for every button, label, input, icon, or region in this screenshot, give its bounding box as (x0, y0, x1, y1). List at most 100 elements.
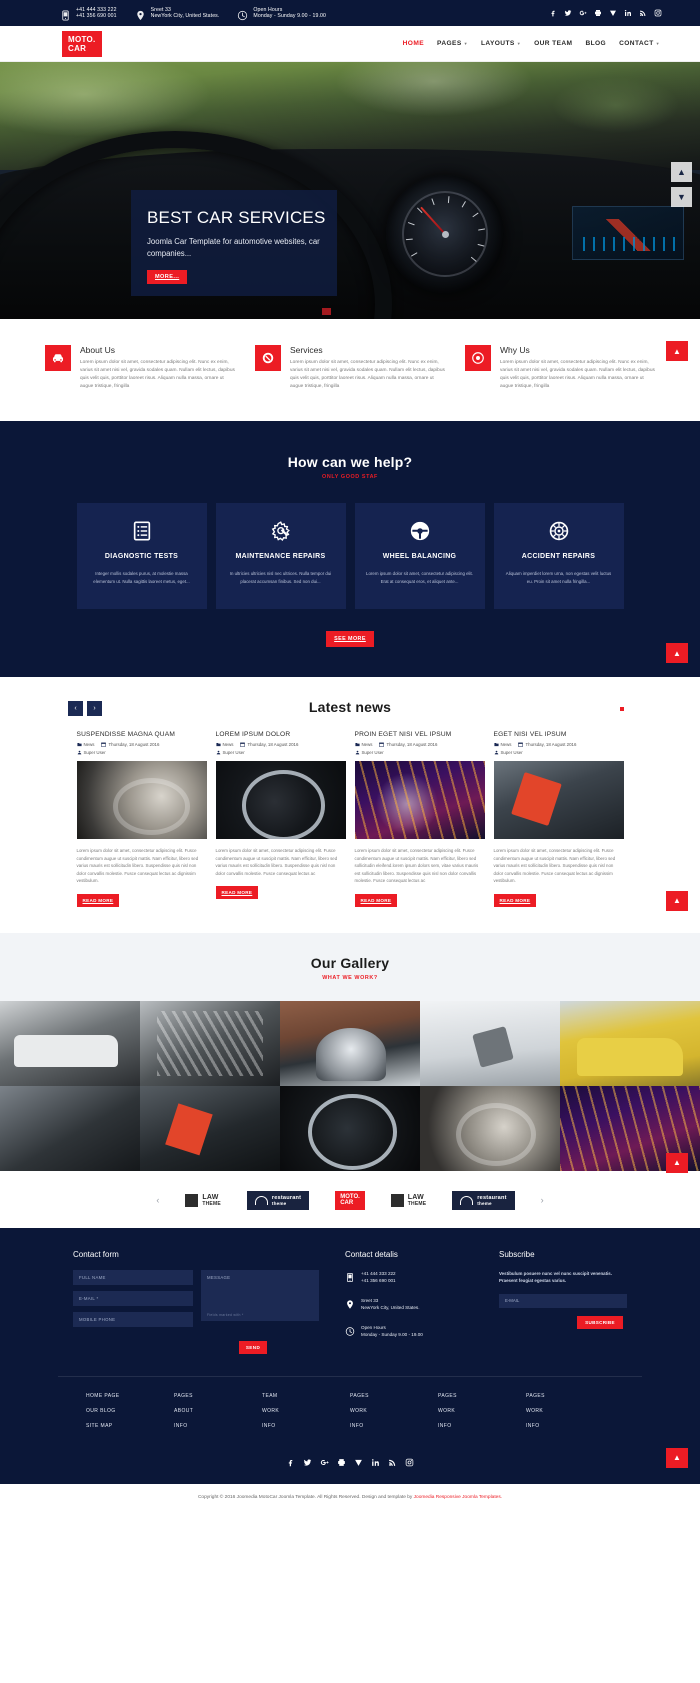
read-more-button[interactable]: READ MORE (215, 886, 259, 900)
print-icon[interactable] (594, 9, 602, 17)
latest-news-section: ‹ › Latest news SUSPENDISSE MAGNA QUAM N… (0, 677, 700, 933)
news-item-title[interactable]: PROIN EGET NISI VEL IPSUM (355, 731, 485, 738)
service-card-wheel-balancing[interactable]: WHEEL BALANCING Lorem ipsum dolor sit am… (354, 503, 485, 609)
footer-link[interactable]: WORK (350, 1408, 438, 1414)
print-icon[interactable] (337, 1458, 346, 1467)
footer-link[interactable]: OUR BLOG (86, 1408, 174, 1414)
scroll-to-top-button[interactable]: ▲ (666, 1152, 688, 1173)
footer-link[interactable]: PAGES (350, 1393, 438, 1399)
subscribe-button[interactable]: SUBSCRIBE (577, 1315, 623, 1329)
news-item-thumbnail[interactable] (493, 761, 624, 839)
news-item-title[interactable]: EGET NISI VEL IPSUM (494, 731, 624, 738)
brand-line-2: theme (271, 1200, 287, 1206)
linkedin-icon[interactable] (624, 9, 632, 17)
footer-link[interactable]: INFO (174, 1423, 262, 1429)
google-plus-icon[interactable] (579, 9, 587, 17)
nav-item-home[interactable]: HOME (403, 40, 424, 47)
email-input[interactable]: E-MAIL * (73, 1290, 193, 1306)
site-logo[interactable]: MOTO. CAR (62, 30, 102, 57)
slider-up-arrow-icon[interactable]: ▲ (671, 162, 692, 182)
see-more-button[interactable]: SEE MORE (326, 631, 374, 647)
message-textarea[interactable]: MESSAGE Fields marked with * (201, 1269, 319, 1321)
rss-icon[interactable] (639, 9, 647, 17)
footer-link[interactable]: INFO (438, 1423, 526, 1429)
footer-link[interactable]: PAGES (174, 1393, 262, 1399)
slider-down-arrow-icon[interactable]: ▼ (671, 187, 692, 207)
twitter-icon[interactable] (303, 1458, 312, 1467)
nav-item-blog[interactable]: BLOG (585, 40, 606, 47)
top-bar-social-links (549, 9, 662, 17)
brand-logo-restaurant-theme[interactable]: restaurant theme (246, 1190, 310, 1210)
mobile-phone-input[interactable]: MOBILE PHONE (73, 1311, 193, 1327)
subscribe-email-input[interactable]: E-MAIL (499, 1293, 627, 1308)
brand-logo-law-theme-2[interactable]: LAW THEME (390, 1193, 427, 1207)
brand-logo-motocar[interactable]: MOTO. CAR (335, 1190, 365, 1210)
facebook-icon[interactable] (286, 1458, 295, 1467)
scroll-to-top-button[interactable]: ▲ (666, 1447, 688, 1468)
hero-more-button[interactable]: MORE... (147, 270, 188, 284)
brands-next-button[interactable]: › (541, 1195, 544, 1205)
nav-item-pages[interactable]: PAGES ▼ (437, 40, 468, 47)
footer-link[interactable]: PAGES (438, 1393, 526, 1399)
service-card-accident-repairs[interactable]: ACCIDENT REPAIRS Aliquam imperdiet lorem… (493, 503, 624, 609)
footer-link[interactable]: WORK (438, 1408, 526, 1414)
service-card-diagnostic-tests[interactable]: DIAGNOSTIC TESTS Integer mollis sodales … (76, 503, 207, 609)
carousel-indicator-dot[interactable] (620, 707, 624, 711)
footer-link[interactable]: INFO (262, 1423, 350, 1429)
scroll-to-top-button[interactable]: ▲ (666, 643, 688, 663)
news-next-button[interactable]: › (87, 701, 102, 716)
footer-link[interactable]: HOME PAGE (86, 1393, 174, 1399)
instagram-icon[interactable] (654, 9, 662, 17)
footer-address-2: NewYork City, United States. (361, 1305, 420, 1311)
scroll-to-top-button[interactable]: ▲ (666, 341, 688, 361)
footer-link[interactable]: WORK (262, 1408, 350, 1414)
gallery-item[interactable] (280, 1085, 420, 1171)
car-icon (45, 345, 71, 371)
user-icon (77, 750, 81, 755)
gallery-item[interactable] (280, 1000, 420, 1086)
rss-icon[interactable] (388, 1458, 397, 1467)
gallery-item[interactable] (0, 1000, 140, 1086)
vimeo-icon[interactable] (354, 1458, 363, 1467)
read-more-button[interactable]: READ MORE (493, 893, 537, 907)
gallery-item[interactable] (420, 1085, 560, 1171)
news-prev-button[interactable]: ‹ (68, 701, 83, 716)
news-item-thumbnail[interactable] (215, 761, 346, 839)
facebook-icon[interactable] (549, 9, 557, 17)
twitter-icon[interactable] (564, 9, 572, 17)
footer-link[interactable]: INFO (350, 1423, 438, 1429)
read-more-button[interactable]: READ MORE (354, 893, 398, 907)
linkedin-icon[interactable] (371, 1458, 380, 1467)
footer-address-1: Sreet 33 (361, 1297, 379, 1303)
read-more-button[interactable]: READ MORE (76, 893, 120, 907)
news-item-thumbnail[interactable] (354, 761, 485, 839)
service-card-maintenance-repairs[interactable]: MAINTENANCE REPAIRS In ultricies ultrici… (215, 503, 346, 609)
footer-link[interactable]: PAGES (526, 1393, 614, 1399)
brand-logo-law-theme[interactable]: LAW THEME (185, 1193, 221, 1207)
full-name-input[interactable]: FULL NAME (73, 1269, 193, 1285)
gallery-item[interactable] (560, 1000, 700, 1086)
news-item-thumbnail[interactable] (76, 761, 207, 839)
footer-link[interactable]: INFO (526, 1423, 614, 1429)
nav-item-layouts[interactable]: LAYOUTS ▼ (481, 40, 521, 47)
nav-item-contact[interactable]: CONTACT ▼ (619, 40, 660, 47)
footer-link[interactable]: SITE MAP (86, 1423, 174, 1429)
copyright-link[interactable]: Joomedia Responsive Joomla Templates. (414, 1495, 502, 1500)
news-item-title[interactable]: LOREM IPSUM DOLOR (216, 731, 346, 738)
footer-link[interactable]: ABOUT (174, 1408, 262, 1414)
news-item-title[interactable]: SUSPENDISSE MAGNA QUAM (77, 731, 207, 738)
brand-logo-restaurant-theme-2[interactable]: restaurant theme (452, 1190, 515, 1210)
footer-link[interactable]: TEAM (262, 1393, 350, 1399)
gallery-item[interactable] (0, 1085, 140, 1171)
brands-prev-button[interactable]: ‹ (156, 1195, 159, 1205)
footer-link[interactable]: WORK (526, 1408, 614, 1414)
instagram-icon[interactable] (405, 1458, 414, 1467)
scroll-to-top-button[interactable]: ▲ (666, 890, 688, 911)
google-plus-icon[interactable] (320, 1458, 329, 1467)
vimeo-icon[interactable] (609, 9, 617, 17)
nav-item-our-team[interactable]: OUR TEAM (534, 40, 572, 47)
gallery-item[interactable] (420, 1000, 560, 1086)
gallery-item[interactable] (140, 1085, 280, 1171)
gallery-item[interactable] (140, 1000, 280, 1086)
send-button[interactable]: SEND (239, 1340, 267, 1354)
